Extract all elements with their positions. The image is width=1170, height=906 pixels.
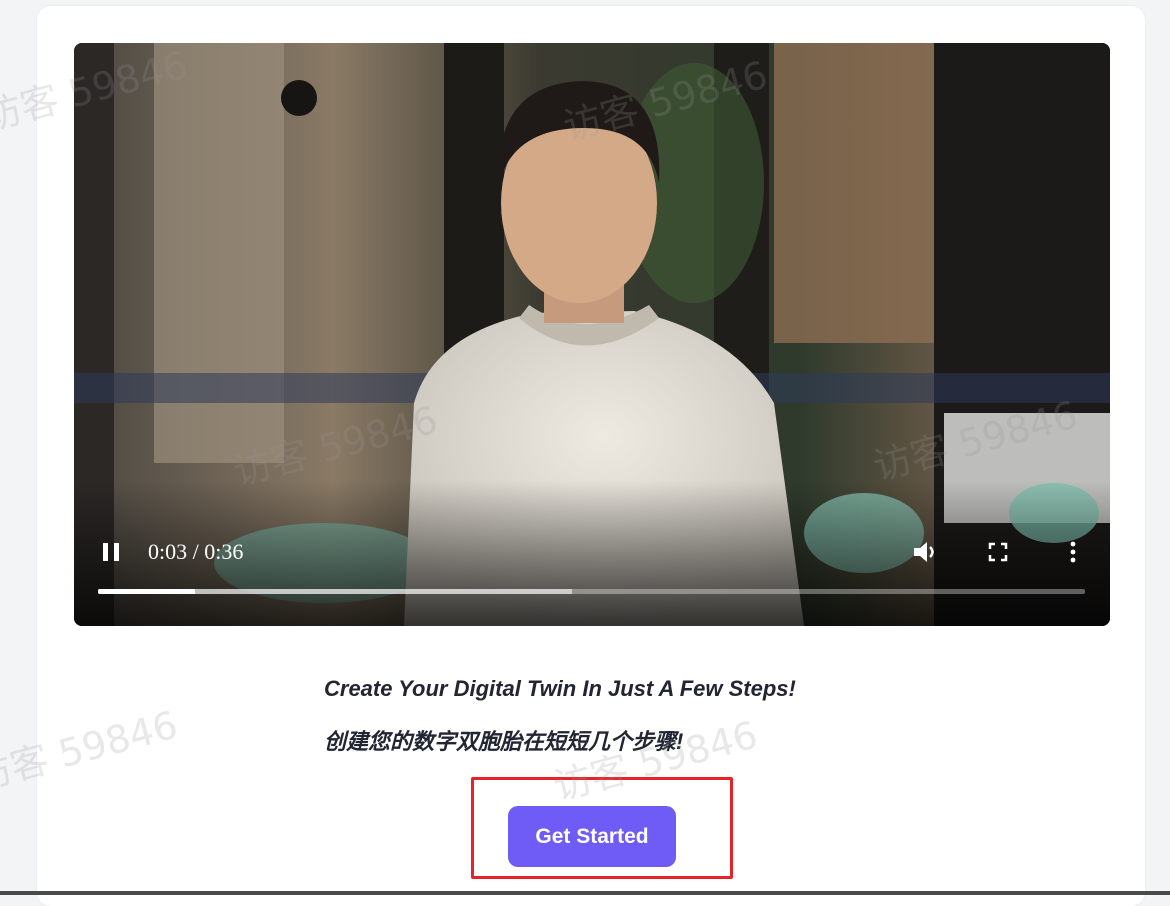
- video-progress-bar[interactable]: [98, 589, 1085, 594]
- fullscreen-icon[interactable]: [988, 542, 1008, 562]
- get-started-button[interactable]: Get Started: [508, 806, 676, 867]
- volume-icon[interactable]: [912, 540, 940, 564]
- headline-english: Create Your Digital Twin In Just A Few S…: [324, 676, 796, 701]
- video-time-display: 0:03 / 0:36: [148, 539, 244, 564]
- more-options-icon[interactable]: [1068, 540, 1078, 564]
- headline-chinese: 创建您的数字双胞胎在短短几个步骤!: [324, 729, 684, 754]
- video-played-bar: [98, 589, 195, 594]
- page-bottom-border: [0, 891, 1170, 895]
- pause-icon[interactable]: [102, 541, 122, 563]
